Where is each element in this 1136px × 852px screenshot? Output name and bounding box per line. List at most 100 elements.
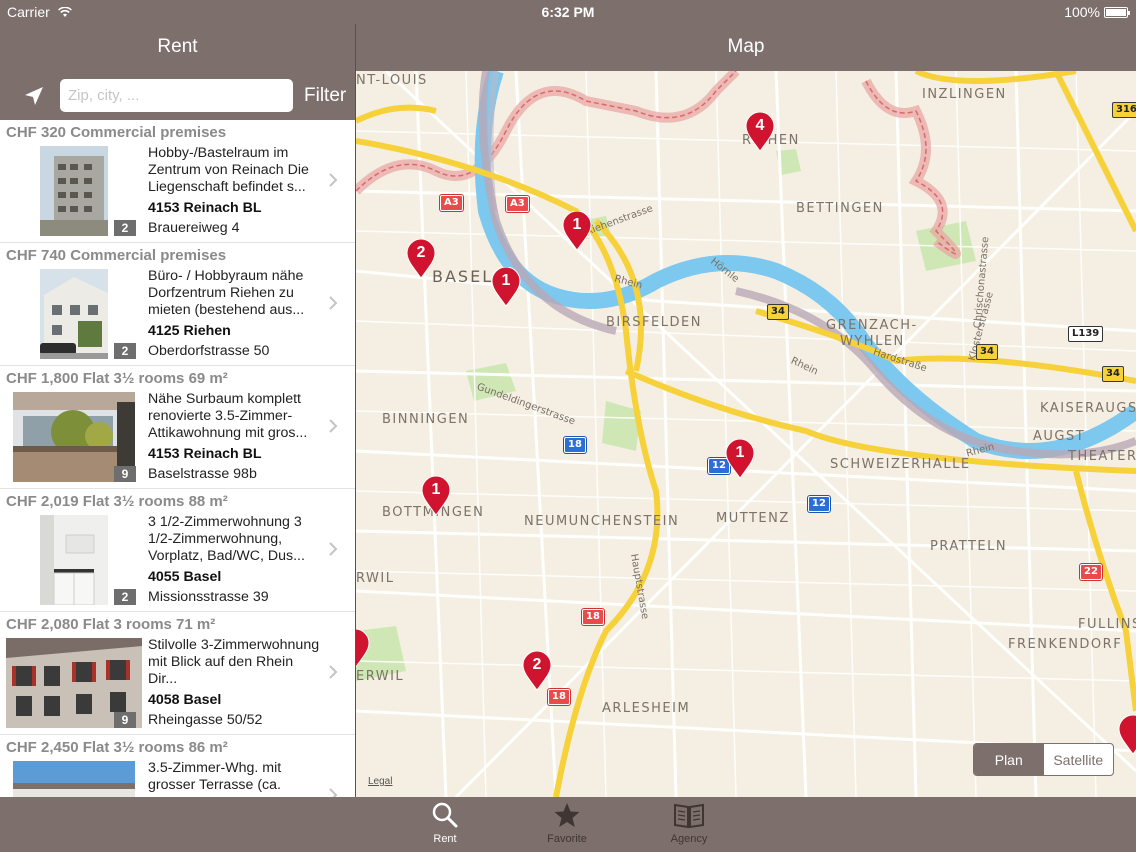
list-item[interactable]: CHF 2,019 Flat 3½ rooms 88 m² 2 3 1/2-Zi… <box>0 489 355 612</box>
status-bar: Carrier 6:32 PM 100% <box>0 0 1136 24</box>
book-icon <box>674 803 704 829</box>
page-title: Rent <box>157 36 198 57</box>
map-label-erwil: ERWIL <box>356 669 405 684</box>
list-item[interactable]: CHF 1,800 Flat 3½ rooms 69 m² 9 Nähe Sur… <box>0 366 355 489</box>
list-item[interactable]: CHF 740 Commercial premises 2 Büro- / Ho… <box>0 243 355 366</box>
listing-street: Missionsstrasse 39 <box>148 589 269 605</box>
filter-button[interactable]: Filter <box>304 85 346 107</box>
map-label-theater: THEATER <box>1068 449 1136 464</box>
tab-bar: Rent Favorite Agency <box>0 797 1136 852</box>
listing-street: Oberdorfstrasse 50 <box>148 343 270 359</box>
map-title: Map <box>727 36 765 57</box>
map-pin[interactable]: 4 <box>745 111 775 152</box>
map-label-neumunchenstein: NEUMUNCHENSTEIN <box>524 514 680 529</box>
map-label-augst: AUGST <box>1033 429 1086 444</box>
listing-description: Hobby-/Bastelraum im Zentrum von Reinach… <box>148 145 309 195</box>
tab-favorite[interactable]: Favorite <box>532 801 602 845</box>
map-type-plan[interactable]: Plan <box>974 744 1044 775</box>
map-label-arlesheim: ARLESHEIM <box>602 701 691 716</box>
photo-count-badge: 2 <box>114 343 136 359</box>
photo-count-badge: 9 <box>114 712 136 728</box>
chevron-right-icon <box>329 296 338 310</box>
listing-description: Nähe Surbaum komplett renovierte 3.5-Zim… <box>148 391 308 441</box>
listing-city: 4125 Riehen <box>148 323 231 339</box>
listing-city: 4055 Basel <box>148 569 222 585</box>
photo-count-badge: 2 <box>114 589 136 605</box>
road-shield: A3 <box>506 196 529 212</box>
listing-street: Rheingasse 50/52 <box>148 712 263 728</box>
road-shield: 18 <box>564 437 586 453</box>
listing-title: CHF 740 Commercial premises <box>6 247 227 264</box>
map-pin[interactable]: 2 <box>406 238 436 279</box>
road-shield: 34 <box>767 304 789 320</box>
tab-rent[interactable]: Rent <box>410 801 480 845</box>
listing-title: CHF 2,450 Flat 3½ rooms 86 m² <box>6 739 228 756</box>
left-header: Rent Filter <box>0 24 355 120</box>
chevron-right-icon <box>329 173 338 187</box>
listing-street: Brauereiweg 4 <box>148 220 240 236</box>
map-view[interactable]: BASEL RIEHEN INZLINGEN BETTINGEN BIRSFEL… <box>356 71 1136 797</box>
chevron-right-icon <box>329 542 338 556</box>
map-label-grenzach: GRENZACH- <box>826 318 918 333</box>
location-arrow-icon[interactable] <box>22 84 46 108</box>
map-type-control: Plan Satellite <box>973 743 1114 776</box>
map-header: Map <box>356 24 1136 71</box>
road-shield: 18 <box>582 609 604 625</box>
listing-city: 4153 Reinach BL <box>148 446 262 462</box>
map-label-inzlingen: INZLINGEN <box>922 87 1007 102</box>
listing-description: 3 1/2-Zimmerwohnung 3 1/2-Zimmerwohnung,… <box>148 514 305 564</box>
map-label-pratteln: PRATTELN <box>930 539 1008 554</box>
listing-photo <box>13 761 135 797</box>
road-shield: 12 <box>808 496 830 512</box>
map-base-layer <box>356 71 1136 797</box>
listing-description: Stilvolle 3-Zimmerwohnung mit Blick auf … <box>148 637 320 687</box>
listing-photo <box>40 146 108 236</box>
map-label-fullins: FULLINS <box>1078 617 1136 632</box>
list-item[interactable]: CHF 320 Commercial premises 2 Hobby-/Bas… <box>0 120 355 243</box>
map-label-muttenz: MUTTENZ <box>716 511 790 526</box>
listing-list[interactable]: CHF 320 Commercial premises 2 Hobby-/Bas… <box>0 120 355 797</box>
map-pin[interactable]: 1 <box>725 438 755 479</box>
road-shield: A3 <box>440 195 463 211</box>
legal-link[interactable]: Legal <box>368 776 392 787</box>
search-icon <box>432 802 458 828</box>
map-pin-partial[interactable] <box>1118 714 1136 755</box>
road-shield: L139 <box>1068 326 1104 342</box>
tab-agency[interactable]: Agency <box>654 801 724 845</box>
chevron-right-icon <box>329 665 338 679</box>
map-type-satellite[interactable]: Satellite <box>1044 744 1114 775</box>
map-label-binningen: BINNINGEN <box>382 412 470 427</box>
chevron-right-icon <box>329 419 338 433</box>
map-label-kaiseraugst: KAISERAUGST <box>1040 401 1136 416</box>
status-time: 6:32 PM <box>541 4 595 20</box>
road-shield: 22 <box>1080 564 1102 580</box>
map-pin[interactable]: 1 <box>421 475 451 516</box>
map-label-basel: BASEL <box>432 267 494 286</box>
map-label-rwil: RWIL <box>356 571 395 586</box>
road-shield: 34 <box>1102 366 1124 382</box>
listing-pane: Rent Filter CHF 320 Commercial premises <box>0 0 355 797</box>
listing-photo <box>40 515 108 605</box>
photo-count-badge: 2 <box>114 220 136 236</box>
map-pin[interactable]: 1 <box>562 210 592 251</box>
road-shield: 316 <box>1112 102 1136 118</box>
listing-photo <box>40 269 108 359</box>
listing-title: CHF 1,800 Flat 3½ rooms 69 m² <box>6 370 228 387</box>
listing-city: 4153 Reinach BL <box>148 200 262 216</box>
map-pin-partial[interactable] <box>356 628 370 669</box>
map-label-schweizerhalle: SCHWEIZERHALLE <box>830 457 971 472</box>
star-icon <box>554 803 580 827</box>
list-item[interactable]: CHF 2,450 Flat 3½ rooms 86 m² 3.5-Zimmer… <box>0 735 355 797</box>
list-item[interactable]: CHF 2,080 Flat 3 rooms 71 m² 9 Stilvolle… <box>0 612 355 735</box>
listing-city: 4058 Basel <box>148 692 222 708</box>
map-pin[interactable]: 1 <box>491 266 521 307</box>
listing-street: Baselstrasse 98b <box>148 466 257 482</box>
road-shield: 18 <box>548 689 570 705</box>
listing-description: Büro- / Hobbyraum nähe Dorfzentrum Riehe… <box>148 268 305 318</box>
listing-title: CHF 2,080 Flat 3 rooms 71 m² <box>6 616 216 633</box>
map-label-bettingen: BETTINGEN <box>796 201 884 216</box>
search-input[interactable] <box>60 79 293 112</box>
listing-title: CHF 320 Commercial premises <box>6 124 227 141</box>
map-pin[interactable]: 2 <box>522 650 552 691</box>
map-label-birsfelden: BIRSFELDEN <box>606 315 702 330</box>
